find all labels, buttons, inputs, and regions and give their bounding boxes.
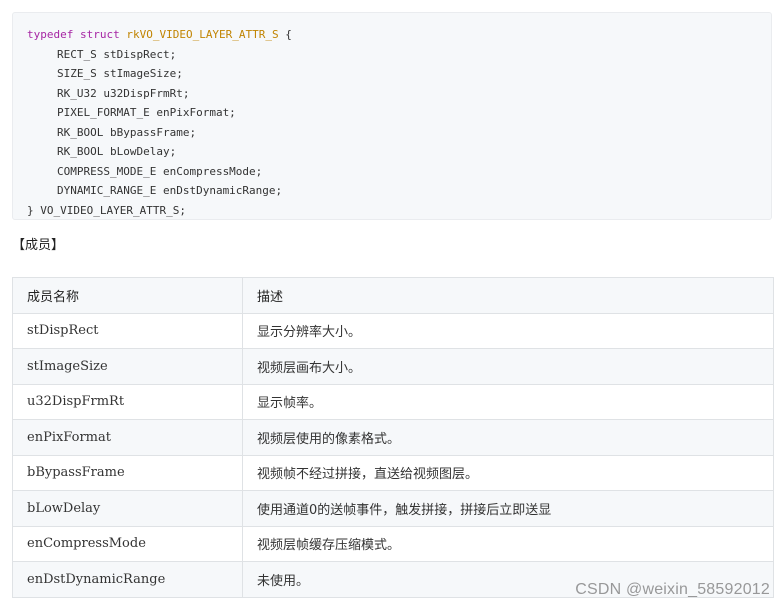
code-line-field: RECT_S stDispRect;: [27, 45, 771, 65]
code-field-text: PIXEL_FORMAT_E enPixFormat;: [57, 106, 236, 119]
code-field-text: RECT_S stDispRect;: [57, 47, 177, 61]
table-row: enPixFormat 视频层使用的像素格式。: [12, 419, 774, 456]
member-desc-cell: 视频层画布大小。: [242, 348, 774, 385]
code-type-name: rkVO_VIDEO_LAYER_ATTR_S: [126, 28, 279, 41]
code-line-field: COMPRESS_MODE_E enCompressMode;: [27, 162, 771, 182]
table-header-row: 成员名称 描述: [12, 277, 774, 314]
code-line-struct-close: } VO_VIDEO_LAYER_ATTR_S;: [27, 203, 186, 217]
table-row: stImageSize 视频层画布大小。: [12, 348, 774, 385]
member-desc-cell: 视频帧不经过拼接，直送给视频图层。: [242, 454, 774, 491]
member-name-cell: stDispRect: [12, 312, 243, 349]
code-field-text: RK_BOOL bBypassFrame;: [57, 125, 197, 139]
table-row: u32DispFrmRt 显示帧率。: [12, 383, 774, 420]
member-desc-cell: 视频层帧缓存压缩模式。: [242, 525, 774, 562]
csdn-watermark: CSDN @weixin_58592012: [575, 581, 770, 598]
member-name-cell: enCompressMode: [12, 525, 243, 562]
member-name-cell: stImageSize: [12, 348, 243, 385]
code-line-field: PIXEL_FORMAT_E enPixFormat;: [27, 103, 771, 123]
table-row: bLowDelay 使用通道0的送帧事件，触发拼接，拼接后立即送显: [12, 490, 774, 527]
code-field-text: RK_U32 u32DispFrmRt;: [57, 86, 190, 100]
code-keyword: typedef struct: [27, 28, 120, 41]
member-name-cell: u32DispFrmRt: [12, 383, 243, 420]
member-name-cell: bBypassFrame: [12, 454, 243, 491]
member-name-cell: bLowDelay: [12, 490, 243, 527]
code-block: typedef struct rkVO_VIDEO_LAYER_ATTR_S {…: [12, 12, 772, 220]
member-desc-cell: 使用通道0的送帧事件，触发拼接，拼接后立即送显: [242, 490, 774, 527]
member-name-cell: enDstDynamicRange: [12, 561, 243, 598]
member-desc-cell: 视频层使用的像素格式。: [242, 419, 774, 456]
member-desc-cell: 显示分辨率大小。: [242, 312, 774, 349]
table-row: enCompressMode 视频层帧缓存压缩模式。: [12, 525, 774, 562]
table-row: stDispRect 显示分辨率大小。: [12, 312, 774, 349]
code-field-text: COMPRESS_MODE_E enCompressMode;: [57, 164, 263, 178]
header-description: 描述: [242, 277, 774, 314]
code-line-field: RK_BOOL bBypassFrame;: [27, 123, 771, 143]
code-field-text: SIZE_S stImageSize;: [57, 67, 183, 80]
code-brace: {: [278, 28, 292, 41]
code-line-field: RK_U32 u32DispFrmRt;: [27, 84, 771, 104]
code-field-text: RK_BOOL bLowDelay;: [57, 145, 177, 158]
code-field-text: DYNAMIC_RANGE_E enDstDynamicRange;: [57, 184, 283, 197]
code-line-struct-open: typedef struct rkVO_VIDEO_LAYER_ATTR_S {: [27, 25, 771, 45]
section-title-members: 【成员】: [12, 238, 65, 253]
member-desc-cell: 显示帧率。: [242, 383, 774, 420]
code-line-field: SIZE_S stImageSize;: [27, 64, 771, 84]
member-name-cell: enPixFormat: [12, 419, 243, 456]
code-line-field: DYNAMIC_RANGE_E enDstDynamicRange;: [27, 181, 771, 201]
table-row: bBypassFrame 视频帧不经过拼接，直送给视频图层。: [12, 454, 774, 491]
code-line-field: RK_BOOL bLowDelay;: [27, 142, 771, 162]
members-table: 成员名称 描述 stDispRect 显示分辨率大小。 stImageSize …: [12, 277, 774, 598]
header-member-name: 成员名称: [12, 277, 243, 314]
